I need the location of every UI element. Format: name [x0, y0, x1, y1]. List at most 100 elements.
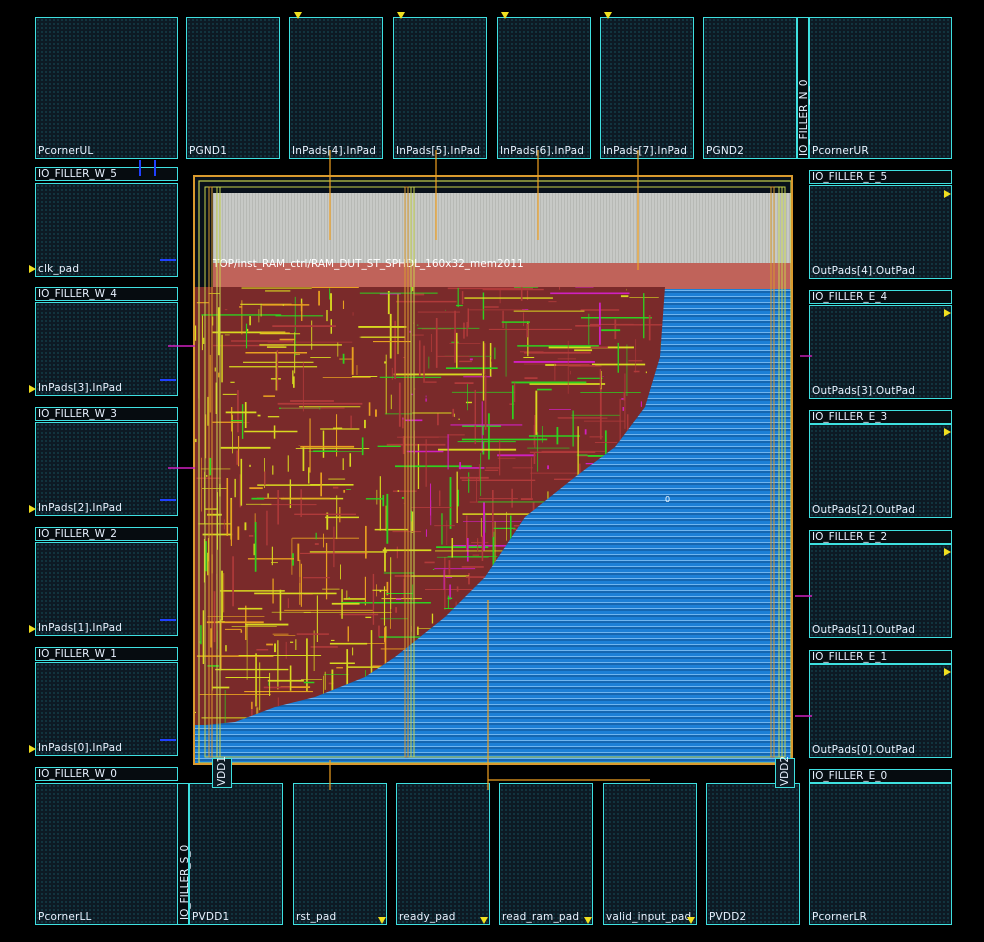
pad-label: InPads[5].InPad — [396, 145, 481, 157]
pad-label: InPads[2].InPad — [38, 502, 123, 514]
top-pad-0[interactable]: PGND1 — [186, 17, 280, 159]
east-pad-1[interactable]: OutPads[3].OutPad — [809, 305, 952, 399]
bottom-filler-label: IO_FILLER_S_0 — [179, 844, 191, 920]
filler-label: IO_FILLER_E_5 — [812, 171, 888, 183]
corner-cell-ll[interactable]: PcornerLL — [35, 783, 178, 925]
pad-label: PGND1 — [189, 145, 228, 157]
pad-label: PVDD2 — [709, 911, 747, 923]
pin-marker-icon — [29, 385, 36, 393]
pad-label: OutPads[3].OutPad — [812, 385, 916, 397]
top-pad-4[interactable]: InPads[7].InPad — [600, 17, 694, 159]
core-area[interactable]: TOP/inst_RAM_ctrl/RAM_DUT_ST_SPHDL_160x3… — [193, 175, 793, 765]
pad-label: InPads[0].InPad — [38, 742, 123, 754]
pad-label: PVDD1 — [192, 911, 230, 923]
pad-label: OutPads[4].OutPad — [812, 265, 916, 277]
bottom-pad-0[interactable]: PVDD1 — [189, 783, 283, 925]
corner-label-ul: PcornerUL — [38, 145, 94, 157]
west-pad-4[interactable]: InPads[0].InPad — [35, 662, 178, 756]
west-filler-1[interactable]: IO_FILLER_W_1 — [35, 647, 178, 661]
east-filler-4[interactable]: IO_FILLER_E_4 — [809, 290, 952, 304]
pin-marker-icon — [944, 190, 951, 198]
filler-label: IO_FILLER_E_4 — [812, 291, 888, 303]
top-pad-5[interactable]: PGND2 — [703, 17, 797, 159]
filler-label: IO_FILLER_W_1 — [38, 648, 117, 660]
pin-marker-icon — [294, 12, 302, 19]
pad-label: read_ram_pad — [502, 911, 580, 923]
pin-marker-icon — [480, 917, 488, 924]
routing-layer — [195, 180, 791, 763]
corner-label-ur: PcornerUR — [812, 145, 869, 157]
filler-label: IO_FILLER_W_4 — [38, 288, 117, 300]
top-pad-1[interactable]: InPads[4].InPad — [289, 17, 383, 159]
bottom-pad-1[interactable]: rst_pad — [293, 783, 387, 925]
corner-label-ll: PcornerLL — [38, 911, 92, 923]
pad-label: OutPads[0].OutPad — [812, 744, 916, 756]
vdd-label-left: VDD1 — [216, 755, 228, 786]
pin-marker-icon — [604, 12, 612, 19]
pin-marker-icon — [29, 265, 36, 273]
pad-label: InPads[1].InPad — [38, 622, 123, 634]
east-filler-5[interactable]: IO_FILLER_E_5 — [809, 170, 952, 184]
pad-label: InPads[3].InPad — [38, 382, 123, 394]
west-filler-3[interactable]: IO_FILLER_W_3 — [35, 407, 178, 421]
pin-marker-icon — [944, 668, 951, 676]
pin-marker-icon — [944, 428, 951, 436]
bottom-pad-2[interactable]: ready_pad — [396, 783, 490, 925]
bottom-pad-3[interactable]: read_ram_pad — [499, 783, 593, 925]
filler-label: IO_FILLER_E_3 — [812, 411, 888, 423]
west-pad-3[interactable]: InPads[1].InPad — [35, 542, 178, 636]
corner-cell-ur[interactable]: PcornerUR — [809, 17, 952, 159]
east-filler-3[interactable]: IO_FILLER_E_3 — [809, 410, 952, 424]
pin-marker-icon — [944, 309, 951, 317]
east-filler-1[interactable]: IO_FILLER_E_1 — [809, 650, 952, 664]
filler-label: IO_FILLER_W_2 — [38, 528, 117, 540]
pad-label: ready_pad — [399, 911, 456, 923]
pad-label: OutPads[2].OutPad — [812, 504, 916, 516]
west-filler-5[interactable]: IO_FILLER_W_5 — [35, 167, 178, 181]
pin-marker-icon — [29, 625, 36, 633]
west-filler-4[interactable]: IO_FILLER_W_4 — [35, 287, 178, 301]
west-pad-0[interactable]: clk_pad — [35, 183, 178, 277]
bottom-pad-5[interactable]: PVDD2 — [706, 783, 800, 925]
vdd-label-right: VDD2 — [779, 755, 791, 786]
pin-marker-icon — [397, 12, 405, 19]
pad-label: OutPads[1].OutPad — [812, 624, 916, 636]
east-pad-4[interactable]: OutPads[0].OutPad — [809, 664, 952, 758]
corner-label-lr: PcornerLR — [812, 911, 868, 923]
pad-label: PGND2 — [706, 145, 745, 157]
bottom-pad-4[interactable]: valid_input_pad — [603, 783, 697, 925]
pad-label: valid_input_pad — [606, 911, 692, 923]
vdd-cell-right[interactable]: VDD2 — [775, 755, 795, 788]
east-filler-2[interactable]: IO_FILLER_E_2 — [809, 530, 952, 544]
east-filler-0[interactable]: IO_FILLER_E_0 — [809, 769, 952, 783]
pin-marker-icon — [29, 505, 36, 513]
pin-marker-icon — [687, 917, 695, 924]
filler-label: IO_FILLER_W_0 — [38, 768, 117, 780]
chip-layout-canvas[interactable]: PcornerUL PcornerUR PcornerLL PcornerLR … — [0, 0, 984, 942]
west-filler-2[interactable]: IO_FILLER_W_2 — [35, 527, 178, 541]
east-pad-2[interactable]: OutPads[2].OutPad — [809, 424, 952, 518]
filler-label: IO_FILLER_W_3 — [38, 408, 117, 420]
west-filler-0[interactable]: IO_FILLER_W_0 — [35, 767, 178, 781]
east-pad-3[interactable]: OutPads[1].OutPad — [809, 544, 952, 638]
west-pad-1[interactable]: InPads[3].InPad — [35, 302, 178, 396]
corner-cell-ul[interactable]: PcornerUL — [35, 17, 178, 159]
pad-label: InPads[7].InPad — [603, 145, 688, 157]
east-pad-0[interactable]: OutPads[4].OutPad — [809, 185, 952, 279]
pin-marker-icon — [584, 917, 592, 924]
pad-label: InPads[6].InPad — [500, 145, 585, 157]
pin-marker-icon — [501, 12, 509, 19]
vdd-cell-left[interactable]: VDD1 — [212, 755, 232, 788]
filler-label: IO_FILLER_E_1 — [812, 651, 888, 663]
top-pad-3[interactable]: InPads[6].InPad — [497, 17, 591, 159]
filler-label: IO_FILLER_E_0 — [812, 770, 888, 782]
top-pad-2[interactable]: InPads[5].InPad — [393, 17, 487, 159]
pad-label: InPads[4].InPad — [292, 145, 377, 157]
pad-label: rst_pad — [296, 911, 337, 923]
pin-marker-icon — [378, 917, 386, 924]
west-pad-2[interactable]: InPads[2].InPad — [35, 422, 178, 516]
corner-cell-lr[interactable]: PcornerLR — [809, 783, 952, 925]
filler-label: IO_FILLER_E_2 — [812, 531, 888, 543]
pin-marker-icon — [944, 548, 951, 556]
pin-marker-icon — [29, 745, 36, 753]
